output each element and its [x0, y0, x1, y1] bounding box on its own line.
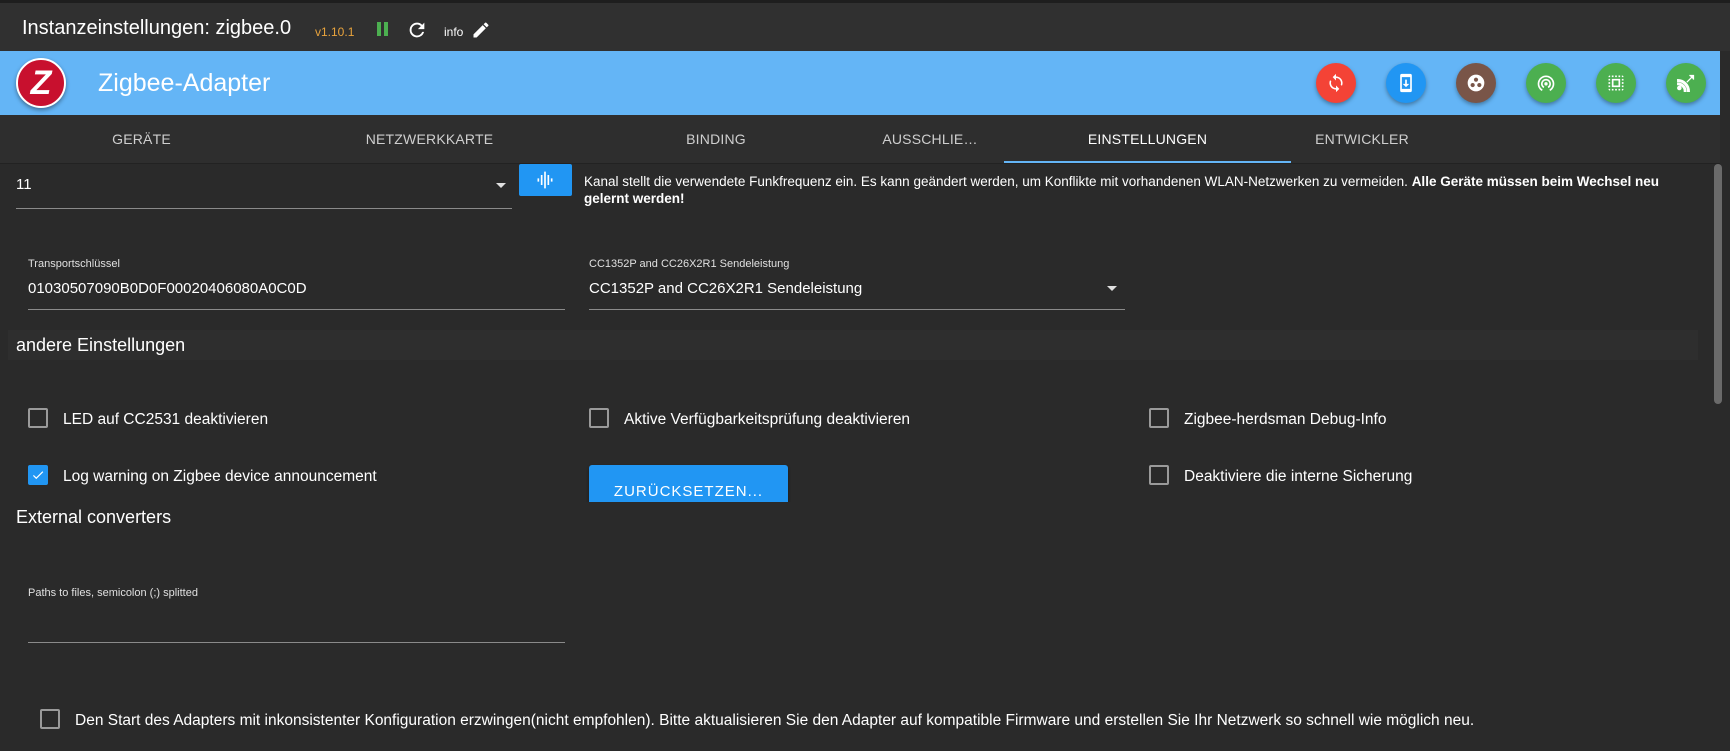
log-announcement-checkbox[interactable] [28, 465, 48, 485]
group-icon [1467, 74, 1485, 92]
channel-scan-button[interactable] [519, 164, 572, 196]
phone-download-icon [1400, 73, 1412, 93]
pencil-icon[interactable] [471, 20, 491, 40]
info-label: info [444, 25, 464, 39]
refresh-icon[interactable] [406, 19, 428, 41]
debug-info-label: Zigbee-herdsman Debug-Info [1184, 411, 1387, 428]
waveform-icon [537, 171, 553, 189]
sync-icon [1329, 73, 1343, 93]
other-settings-title: andere Einstellungen [16, 335, 186, 355]
network-button[interactable] [1666, 63, 1706, 103]
tab-network-map[interactable]: NETZWERKKARTE [283, 115, 576, 164]
other-settings-header: andere Einstellungen [8, 330, 1698, 360]
power-select[interactable]: CC1352P and CC26X2R1 Sendeleistung [589, 274, 1125, 310]
transport-key-label: Transportschlüssel [28, 258, 120, 270]
debug-info-checkbox[interactable] [1149, 408, 1169, 428]
sync-button[interactable] [1316, 63, 1356, 103]
force-start-label: Den Start des Adapters mit inkonsistente… [75, 712, 1475, 729]
scrollbar-thumb[interactable] [1714, 164, 1722, 404]
internal-backup-checkbox[interactable] [1149, 465, 1169, 485]
tab-devices[interactable]: GERÄTE [0, 115, 283, 164]
transport-key-field[interactable]: 01030507090B0D0F00020406080A0C0D [28, 274, 565, 310]
adapter-title: Zigbee-Adapter [98, 69, 271, 97]
signal-icon [1677, 74, 1695, 92]
led-disable-label: LED auf CC2531 deaktivieren [63, 411, 269, 428]
internal-backup-label: Deaktiviere die interne Sicherung [1184, 468, 1413, 485]
select-icon [1608, 75, 1624, 91]
channel-info-text: Kanal stellt die verwendete Funkfrequenz… [584, 174, 1660, 206]
transport-key-value: 01030507090B0D0F00020406080A0C0D [28, 280, 307, 297]
force-start-checkbox[interactable] [40, 709, 60, 729]
tab-developer[interactable]: ENTWICKLER [1291, 115, 1433, 164]
title-bar: Instanzeinstellungen: zigbee.0 v1.10.1 i… [0, 0, 1730, 51]
settings-content: 11 Kanal stellt die verwendete Funkfrequ… [0, 164, 1700, 751]
tab-settings[interactable]: EINSTELLUNGEN [1004, 115, 1291, 164]
converter-paths-field[interactable] [28, 604, 565, 643]
chevron-down-icon [1107, 286, 1117, 291]
tab-exclude[interactable]: AUSSCHLIE… [856, 115, 1004, 164]
channel-select[interactable]: 11 [16, 164, 512, 209]
active-tab-indicator [1004, 161, 1291, 163]
groups-button[interactable] [1456, 63, 1496, 103]
converter-paths-label: Paths to files, semicolon (;) splitted [28, 587, 198, 599]
page-title: Instanzeinstellungen: zigbee.0 [22, 17, 292, 39]
tab-bar: GERÄTE NETZWERKKARTE BINDING AUSSCHLIE… … [0, 115, 1720, 164]
led-disable-checkbox[interactable] [28, 408, 48, 428]
pairing-button[interactable] [1526, 63, 1566, 103]
pause-icon[interactable] [376, 21, 390, 37]
zigbee-logo: Z [16, 58, 66, 108]
external-converters-header: External converters [8, 502, 1698, 532]
availability-check-label: Aktive Verfügbarkeitsprüfung deaktiviere… [624, 411, 911, 428]
adapter-header: Z Zigbee-Adapter [0, 51, 1720, 115]
version-label: v1.10.1 [315, 25, 355, 39]
wifi-tethering-icon [1537, 75, 1555, 92]
chevron-down-icon [496, 183, 506, 188]
availability-check-checkbox[interactable] [589, 408, 609, 428]
tab-binding[interactable]: BINDING [576, 115, 856, 164]
power-value: CC1352P and CC26X2R1 Sendeleistung [589, 280, 863, 297]
check-icon [32, 471, 44, 480]
log-announcement-label: Log warning on Zigbee device announcemen… [63, 468, 377, 485]
device-update-button[interactable] [1386, 63, 1426, 103]
external-converters-title: External converters [16, 507, 172, 527]
power-label: CC1352P and CC26X2R1 Sendeleistung [589, 258, 790, 270]
select-all-button[interactable] [1596, 63, 1636, 103]
channel-value: 11 [16, 176, 32, 193]
